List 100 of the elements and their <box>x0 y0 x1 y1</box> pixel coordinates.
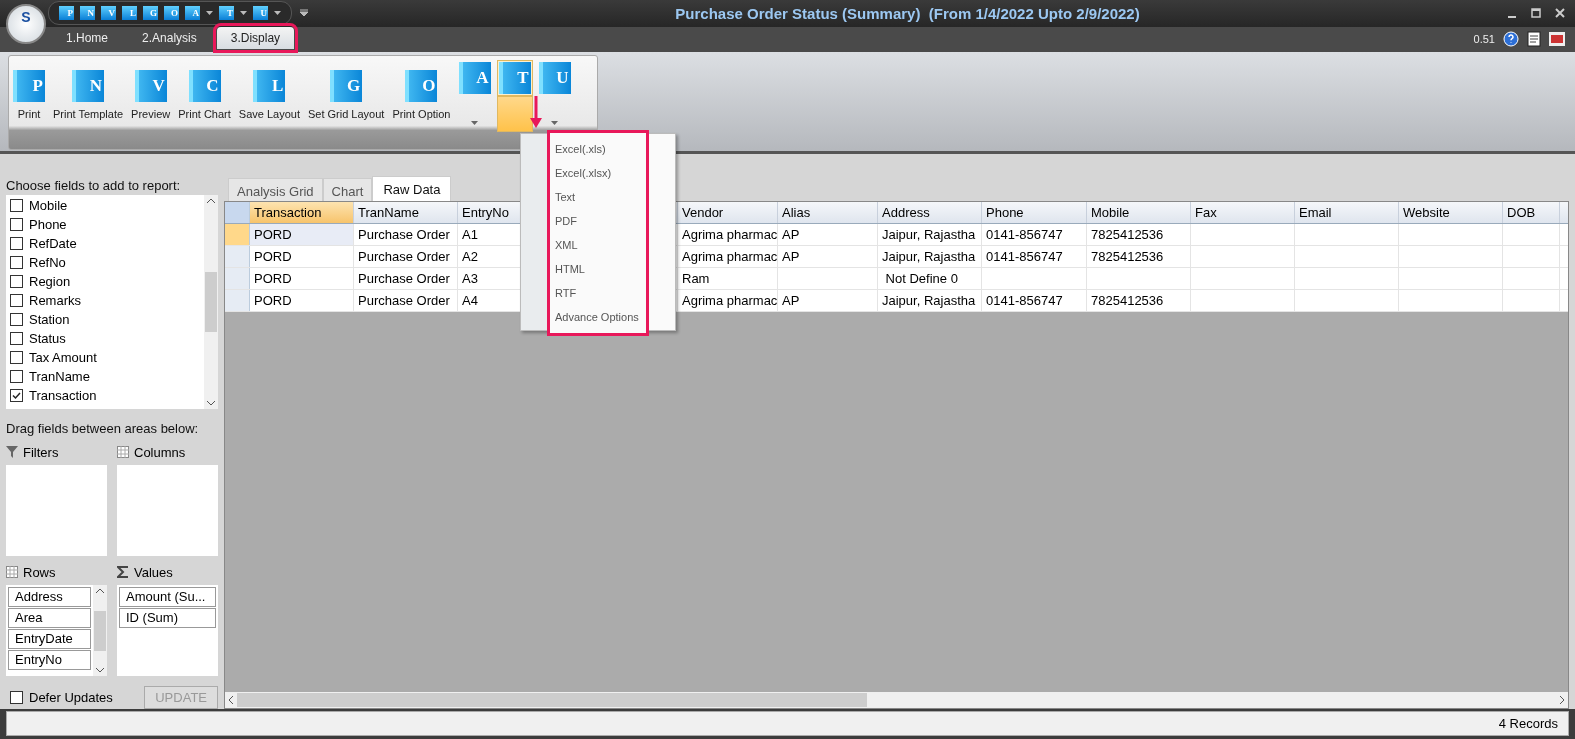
column-header[interactable]: Alias <box>778 202 878 224</box>
checkbox[interactable] <box>10 313 23 327</box>
checkbox[interactable] <box>10 256 23 270</box>
column-header[interactable]: Phone <box>982 202 1087 224</box>
document-icon[interactable] <box>1527 30 1541 47</box>
scroll-down-icon[interactable] <box>96 668 104 674</box>
version-label: 0.51 <box>1473 32 1495 45</box>
scroll-down-icon[interactable] <box>207 401 215 407</box>
column-header[interactable]: Mobile <box>1087 202 1191 224</box>
ribbon-button[interactable]: C Print Chart <box>176 65 233 124</box>
view-tab[interactable]: Analysis Grid <box>228 178 323 202</box>
defer-updates-checkbox[interactable]: Defer Updates <box>6 688 113 708</box>
caret-icon[interactable] <box>551 120 558 126</box>
scroll-up-icon[interactable] <box>96 588 104 594</box>
field-checkbox[interactable]: Mobile <box>6 196 204 216</box>
menu-item[interactable]: Text <box>550 185 646 209</box>
field-checkbox[interactable]: Region <box>6 272 204 292</box>
scrollbar-thumb[interactable] <box>94 610 106 651</box>
field-chip[interactable]: EntryDate <box>8 629 91 650</box>
help-icon[interactable] <box>1503 30 1519 47</box>
checkbox[interactable] <box>10 218 23 232</box>
table-cell: PORD <box>250 224 354 246</box>
checkbox[interactable] <box>10 389 23 403</box>
ribbon-tab[interactable]: 1.Home <box>52 26 123 49</box>
column-header[interactable]: TranName <box>354 202 458 224</box>
checkbox[interactable] <box>10 351 23 365</box>
area-label: Values <box>134 564 173 580</box>
scrollbar[interactable] <box>93 585 107 677</box>
close-icon[interactable] <box>1555 8 1565 19</box>
field-chip[interactable]: EntryNo <box>8 650 91 671</box>
checkbox[interactable] <box>10 237 23 251</box>
column-header[interactable]: Vendor <box>678 202 778 224</box>
checkbox[interactable] <box>10 199 23 213</box>
field-chip[interactable]: Area <box>8 608 91 629</box>
horizontal-scrollbar[interactable] <box>225 692 1568 709</box>
field-list-title: Choose fields to add to report: <box>6 178 182 194</box>
window-title: Purchase Order Status (Summary) (From 1/4/2022 Upto 2/9/2022) <box>674 4 1141 22</box>
area-label: Rows <box>23 564 56 580</box>
areas-title: Drag fields between areas below: <box>6 421 200 437</box>
ribbon-tab[interactable]: 2.Analysis <box>128 26 211 49</box>
ribbon-button[interactable]: P Print <box>11 65 47 124</box>
drop-area[interactable]: Amount (Su... ID (Sum) <box>117 585 218 677</box>
field-checkbox[interactable]: Transaction <box>6 386 204 406</box>
column-header[interactable]: Address <box>878 202 982 224</box>
caret-icon[interactable] <box>240 10 247 16</box>
checkbox[interactable] <box>10 332 23 346</box>
caret-icon[interactable] <box>206 10 213 16</box>
field-checkbox[interactable]: Phone <box>6 215 204 235</box>
ribbon-button[interactable]: O Print Option <box>390 65 453 124</box>
field-checkbox[interactable]: TranName <box>6 367 204 387</box>
document-icon: C <box>188 69 221 102</box>
caret-icon[interactable] <box>471 120 478 126</box>
field-chip[interactable]: ID (Sum) <box>119 608 216 629</box>
column-header[interactable]: Fax <box>1191 202 1295 224</box>
field-chip[interactable]: Address <box>8 587 91 608</box>
maximize-icon[interactable] <box>1531 8 1541 19</box>
grid-icon <box>117 446 129 459</box>
field-checkbox[interactable]: Tax Amount <box>6 348 204 368</box>
scroll-up-icon[interactable] <box>207 198 215 204</box>
record-count: 4 Records <box>1498 716 1558 732</box>
checkbox[interactable] <box>10 275 23 289</box>
document-icon: O <box>405 69 438 102</box>
ribbon-button[interactable]: V Preview <box>129 65 173 124</box>
filter-icon <box>6 446 18 459</box>
field-checkbox[interactable]: Station <box>6 310 204 330</box>
scroll-left-icon[interactable] <box>228 696 233 705</box>
caret-icon[interactable] <box>274 10 281 16</box>
checkbox[interactable] <box>10 294 23 308</box>
field-chip[interactable]: Amount (Su... <box>119 587 216 608</box>
checkbox[interactable] <box>10 370 23 384</box>
ribbon-button[interactable]: N Print Template <box>51 65 126 124</box>
field-checkbox[interactable]: Remarks <box>6 291 204 311</box>
menu-item[interactable]: Excel(.xlsx) <box>550 161 646 185</box>
field-checkbox[interactable]: RefNo <box>6 253 204 273</box>
ribbon-button[interactable]: L Save Layout <box>236 65 302 124</box>
drop-area[interactable]: Address Area EntryDate EntryNo <box>6 585 107 677</box>
column-header[interactable]: Website <box>1399 202 1503 224</box>
sigma-icon <box>117 566 129 579</box>
document-icon: L <box>253 69 286 102</box>
document-icon: G <box>330 69 363 102</box>
scrollbar-thumb[interactable] <box>205 272 217 333</box>
scroll-right-icon[interactable] <box>1560 696 1565 705</box>
grid-icon <box>6 566 18 579</box>
customize-icon[interactable] <box>300 9 308 18</box>
document-icon: P <box>13 69 45 102</box>
column-header[interactable]: Email <box>1295 202 1399 224</box>
field-checkbox[interactable]: RefDate <box>6 234 204 254</box>
area-label: Columns <box>134 444 186 460</box>
field-checkbox[interactable]: Status <box>6 329 204 349</box>
column-header[interactable]: Transaction <box>250 202 354 224</box>
exit-sign-icon[interactable] <box>1549 31 1565 46</box>
view-tab[interactable]: Raw Data <box>372 176 452 202</box>
scrollbar-thumb[interactable] <box>237 693 867 708</box>
checkbox[interactable] <box>10 691 23 705</box>
document-icon: V <box>134 69 167 102</box>
column-header[interactable]: DOB <box>1503 202 1560 224</box>
ribbon-button[interactable]: G Set Grid Layout <box>305 65 387 124</box>
view-tab[interactable]: Chart <box>322 178 373 202</box>
scrollbar[interactable] <box>204 195 218 410</box>
menu-item[interactable]: Excel(.xls) <box>550 137 646 161</box>
